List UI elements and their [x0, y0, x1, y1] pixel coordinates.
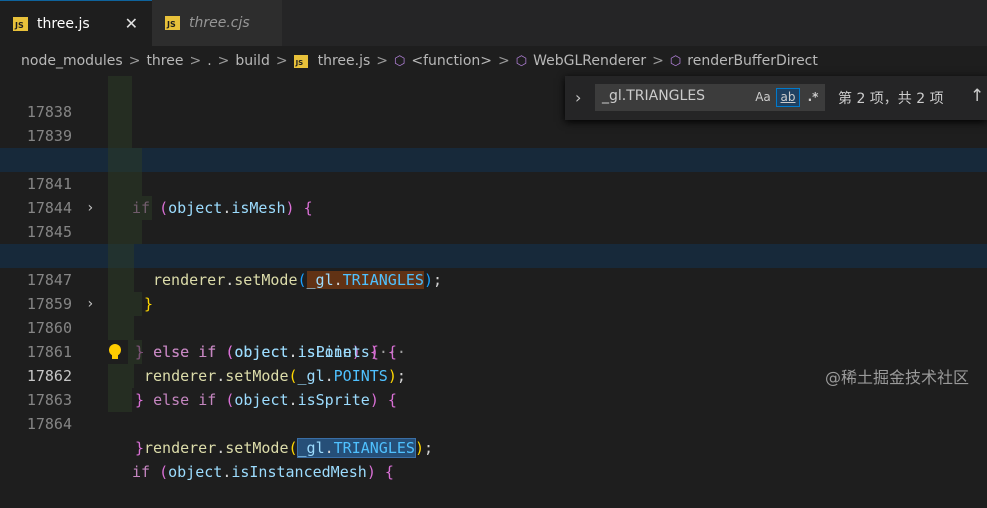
breadcrumb-item-dot[interactable]: .	[207, 53, 211, 69]
close-icon[interactable]: ✕	[125, 14, 138, 33]
code-line: 17864 if (object.isInstancedMesh) {	[0, 388, 987, 481]
code-line: 17859 } else if (object.isPoints) {	[0, 268, 987, 361]
code-line: 17840 if (object.isMesh) {	[0, 124, 987, 217]
chevron-right-icon: >	[376, 53, 388, 69]
breadcrumb-item-node-modules[interactable]: node_modules	[21, 53, 123, 69]
match-whole-word-toggle[interactable]: ab	[776, 88, 800, 107]
indent-guide	[108, 220, 142, 244]
breadcrumb-item-file[interactable]: three.js	[318, 53, 371, 69]
indent-guide	[108, 316, 134, 340]
javascript-file-icon: JS	[293, 54, 308, 68]
tab-label: three.js	[37, 15, 90, 32]
tab-three-js[interactable]: JS three.js ✕	[0, 0, 152, 46]
chevron-right-icon: >	[652, 53, 664, 69]
chevron-right-icon: >	[498, 53, 510, 69]
editor-tab-bar: JS three.js ✕ JS three.cjs	[0, 0, 987, 46]
javascript-file-icon: JS	[13, 16, 28, 31]
code-line-folded: 17841 › if (material.wireframe === true)…	[0, 148, 987, 265]
indent-guide	[108, 292, 142, 316]
code-text: }	[135, 439, 145, 457]
code-editor[interactable]: 17838 // 17839 17840 if (object.isMesh) …	[0, 76, 987, 481]
indent-guide	[128, 340, 142, 364]
find-input-value: _gl.TRIANGLES	[602, 88, 706, 104]
previous-match-arrow-icon[interactable]: ↑	[970, 86, 984, 106]
match-case-toggle[interactable]: Aa	[752, 88, 774, 107]
chevron-right-icon: >	[275, 53, 288, 69]
code-text: if (object.isInstancedMesh) {	[132, 463, 394, 481]
watermark: @稀土掘金技术社区	[824, 368, 969, 387]
code-line-current: 17862 renderer.setMode(_gl.TRIANGLES);	[0, 340, 987, 458]
chevron-right-icon: >	[217, 53, 230, 69]
match-count: 第 2 项，共 2 项	[838, 91, 944, 107]
breadcrumb-item-webglrenderer[interactable]: WebGLRenderer	[533, 53, 646, 69]
tab-three-cjs[interactable]: JS three.cjs	[152, 0, 282, 46]
toggle-replace-chevron-icon[interactable]: ›	[575, 88, 581, 107]
find-widget: › _gl.TRIANGLES Aa ab .* 第 2 项，共 2 项 ↑	[565, 76, 987, 120]
line-number: 17864	[26, 415, 72, 433]
breadcrumb-item-three[interactable]: three	[146, 53, 183, 69]
code-line: 17844 } else {	[0, 172, 987, 265]
javascript-file-icon: JS	[165, 16, 180, 30]
symbol-cube-icon: ⬡	[669, 53, 682, 69]
tab-label: three.cjs	[189, 15, 250, 31]
code-line: 17846 }	[0, 220, 987, 313]
use-regex-toggle[interactable]: .*	[803, 88, 823, 107]
indent-guide	[108, 172, 142, 196]
chevron-right-icon: >	[189, 53, 202, 69]
code-line: 17861 } else if (object.isSprite) {	[0, 316, 987, 409]
breadcrumb: node_modules > three > . > build > JS th…	[0, 46, 987, 76]
indent-guide	[108, 124, 132, 148]
indent-guide	[108, 388, 132, 412]
breadcrumb-item-renderbufferdirect[interactable]: renderBufferDirect	[687, 53, 818, 69]
breadcrumb-item-function[interactable]: <function>	[411, 53, 492, 69]
symbol-cube-icon: ⬡	[393, 53, 406, 69]
code-line: 17860 renderer.setMode(_gl.POINTS);	[0, 292, 987, 385]
chevron-right-icon: >	[128, 53, 141, 69]
breadcrumb-item-build[interactable]: build	[235, 53, 269, 69]
indent-guide	[108, 76, 132, 100]
indent-guide	[108, 100, 132, 124]
lightbulb-icon[interactable]	[106, 343, 124, 361]
find-input[interactable]: _gl.TRIANGLES Aa ab .*	[595, 84, 825, 111]
indent-guide	[108, 244, 134, 268]
code-line-folded: 17847 › } else if (object.isLine) {···	[0, 244, 987, 361]
indent-guide	[108, 364, 134, 388]
indent-guide	[108, 268, 134, 292]
symbol-cube-icon: ⬡	[515, 53, 528, 69]
code-text: renderer.setMode(_gl.TRIANGLES);	[144, 438, 433, 458]
indent-guide	[108, 196, 152, 220]
code-line: 17845 renderer.setMode(_gl.TRIANGLES);	[0, 196, 987, 289]
indent-guide	[108, 148, 142, 172]
